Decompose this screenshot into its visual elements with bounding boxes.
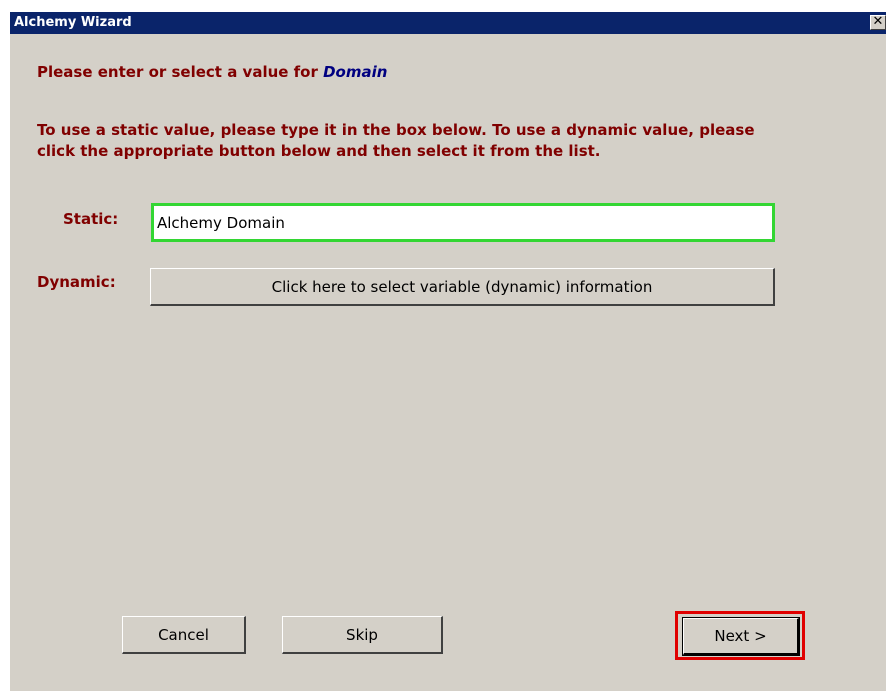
skip-button[interactable]: Skip [282,616,443,654]
field-name: Domain [323,63,388,81]
prompt-heading: Please enter or select a value for Domai… [37,63,387,81]
instructions-text: To use a static value, please type it in… [37,121,755,160]
static-value-input[interactable] [151,203,775,242]
title-bar: Alchemy Wizard ✕ [10,12,886,34]
select-dynamic-button[interactable]: Click here to select variable (dynamic) … [150,268,775,306]
next-button-highlight: Next > [675,611,805,660]
prompt-text: Please enter or select a value for [37,63,324,81]
close-button[interactable]: ✕ [870,15,886,30]
dynamic-label: Dynamic: [37,273,116,291]
cancel-button[interactable]: Cancel [122,616,246,654]
window-title: Alchemy Wizard [14,15,132,30]
close-icon: ✕ [872,14,884,29]
wizard-window: Alchemy Wizard ✕ Please enter or select … [10,12,886,691]
next-button[interactable]: Next > [682,617,800,656]
static-label: Static: [63,210,119,228]
